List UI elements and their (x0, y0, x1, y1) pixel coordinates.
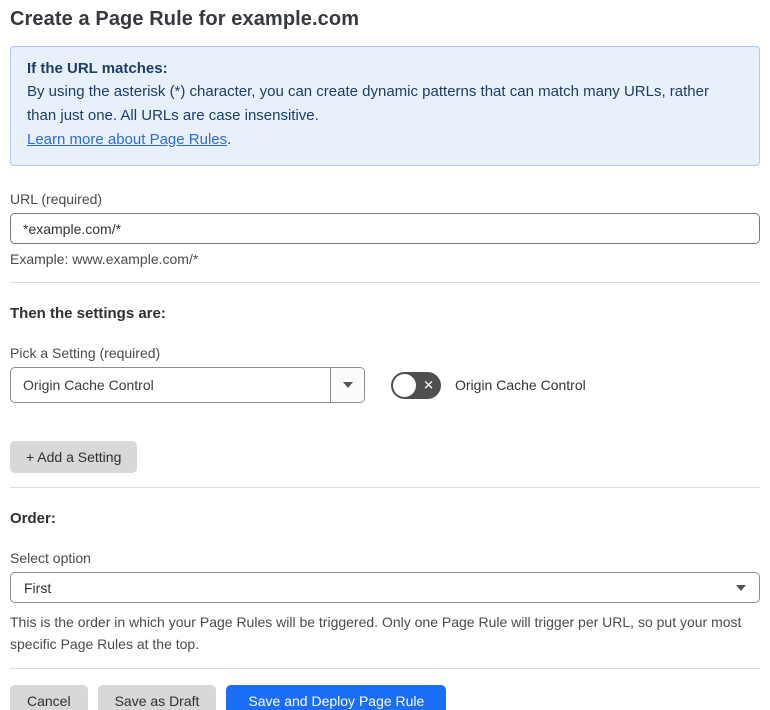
save-as-draft-button[interactable]: Save as Draft (97, 685, 217, 710)
divider (10, 487, 760, 488)
page-title: Create a Page Rule for example.com (10, 8, 360, 30)
setting-row: Origin Cache Control ✕ Origin Cache Cont… (10, 367, 760, 403)
url-field-group: URL (required) Example: www.example.com/… (10, 190, 760, 268)
url-input[interactable] (10, 213, 760, 244)
toggle-label: Origin Cache Control (455, 377, 586, 393)
setting-select-value: Origin Cache Control (23, 377, 154, 393)
cancel-button[interactable]: Cancel (10, 685, 88, 710)
url-match-info-box: If the URL matches: By using the asteris… (10, 46, 760, 166)
toggle-knob (393, 373, 416, 397)
order-helper-text: This is the order in which your Page Rul… (10, 614, 742, 652)
order-select[interactable]: First (10, 572, 760, 603)
setting-select[interactable]: Origin Cache Control (10, 367, 365, 403)
caret-down-icon (736, 584, 746, 591)
footer-actions: Cancel Save as Draft Save and Deploy Pag… (10, 685, 760, 710)
create-page-rule-form: Create a Page Rule for example.com If th… (0, 0, 770, 710)
info-box-heading: If the URL matches: (27, 60, 168, 77)
origin-cache-control-toggle[interactable]: ✕ (391, 371, 441, 399)
order-select-label: Select option (10, 550, 91, 566)
info-link-line: Learn more about Page Rules. (27, 128, 743, 152)
add-setting-button[interactable]: + Add a Setting (10, 441, 138, 473)
info-box-body: By using the asterisk (*) character, you… (27, 83, 709, 124)
save-and-deploy-button[interactable]: Save and Deploy Page Rule (226, 685, 447, 710)
divider (10, 668, 760, 669)
divider (10, 282, 760, 283)
pick-setting-label: Pick a Setting (required) (10, 345, 161, 361)
order-select-value: First (24, 579, 52, 596)
x-icon: ✕ (423, 377, 434, 393)
setting-select-arrow-button[interactable] (330, 368, 364, 402)
caret-down-icon (342, 382, 353, 388)
settings-section-heading: Then the settings are: (10, 305, 166, 322)
link-suffix: . (227, 131, 232, 148)
url-field-label: URL (required) (10, 191, 103, 207)
learn-more-link[interactable]: Learn more about Page Rules (27, 131, 227, 148)
url-example-helper: Example: www.example.com/* (10, 251, 199, 267)
order-section-heading: Order: (10, 510, 56, 527)
